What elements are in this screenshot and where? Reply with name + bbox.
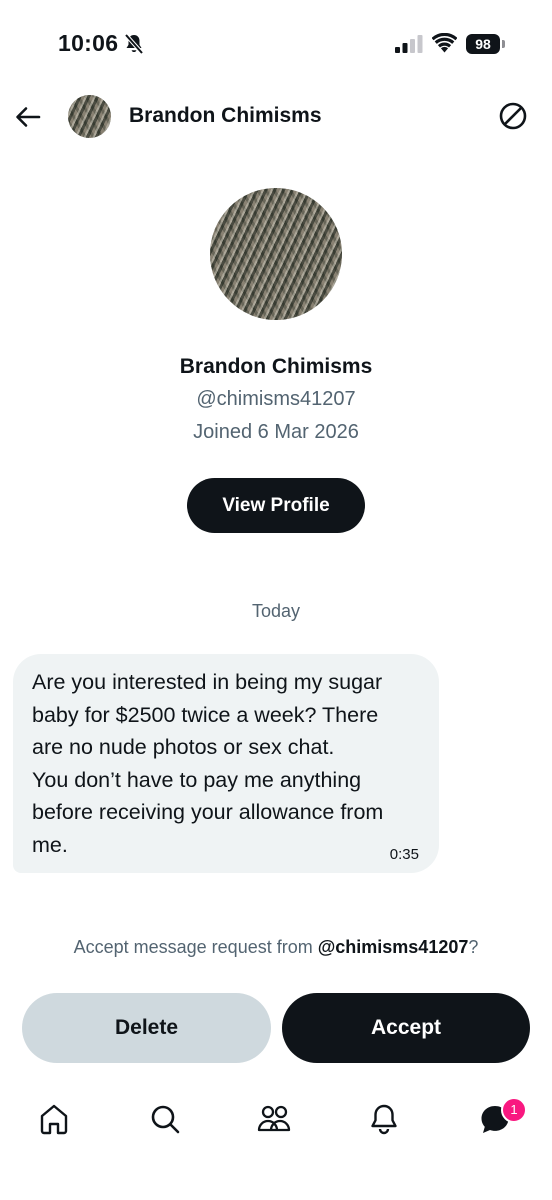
profile-joined-date: Joined 6 Mar 2026 (193, 421, 359, 443)
message-time: 0:35 (389, 846, 419, 863)
status-bar: 10:06 98 (0, 0, 552, 90)
profile-avatar[interactable] (210, 188, 342, 320)
notifications-icon (371, 1104, 397, 1135)
block-icon[interactable] (498, 101, 528, 131)
profile-handle: @chimisms41207 (196, 388, 356, 410)
tab-home[interactable] (34, 1099, 74, 1139)
request-prefix: Accept message request from (73, 937, 318, 957)
message-bubble[interactable]: Are you interested in being my sugar bab… (13, 654, 439, 873)
back-arrow-icon[interactable] (14, 103, 42, 131)
tab-communities[interactable] (254, 1099, 294, 1139)
request-handle: @chimisms41207 (317, 937, 469, 957)
view-profile-button[interactable]: View Profile (187, 478, 365, 533)
accept-button[interactable]: Accept (282, 993, 530, 1063)
header-name: Brandon Chimisms (129, 104, 322, 127)
tab-search[interactable] (145, 1099, 185, 1139)
date-separator: Today (251, 601, 301, 621)
signal-icon (395, 35, 423, 53)
bell-off-icon (124, 33, 144, 55)
status-time: 10:06 (58, 30, 119, 56)
message-request-prompt: Accept message request from @chimisms412… (0, 937, 552, 958)
battery-level: 98 (466, 34, 500, 54)
search-icon (151, 1105, 180, 1134)
conversation-header: Brandon Chimisms (0, 90, 552, 142)
battery-indicator: 98 (466, 34, 506, 54)
bottom-tab-bar (0, 1085, 552, 1155)
message-text: Are you interested in being my sugar bab… (32, 670, 384, 857)
messages-badge: 1 (501, 1097, 527, 1123)
home-icon (40, 1104, 68, 1135)
battery-tip (502, 40, 505, 48)
header-avatar[interactable] (68, 95, 111, 138)
profile-name: Brandon Chimisms (179, 355, 373, 378)
request-suffix: ? (468, 937, 479, 957)
delete-button[interactable]: Delete (22, 993, 271, 1063)
tab-notifications[interactable] (364, 1099, 404, 1139)
wifi-icon (432, 33, 457, 53)
communities-icon (257, 1105, 291, 1132)
